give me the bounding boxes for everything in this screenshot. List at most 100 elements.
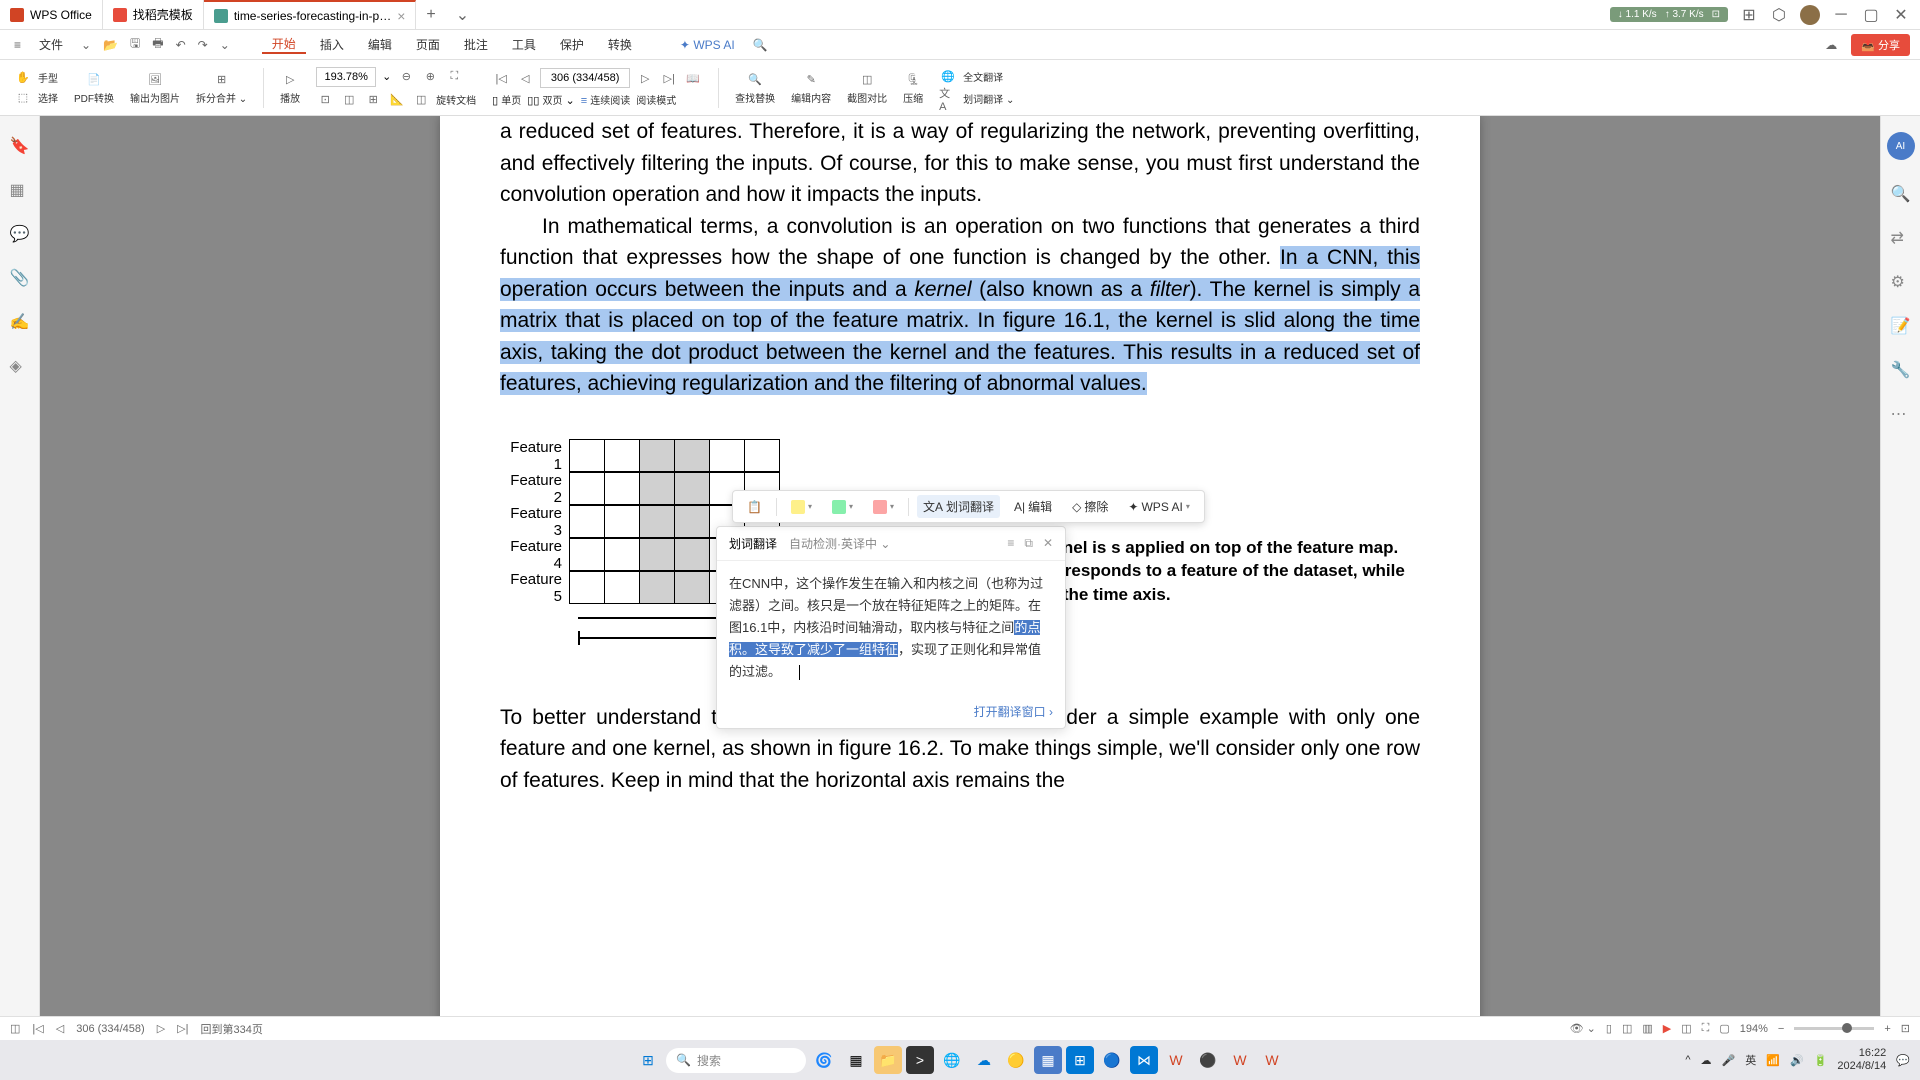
menu-convert[interactable]: 转换 [598,36,642,53]
redo-icon[interactable]: ↷ [194,38,212,52]
menu-annotate[interactable]: 批注 [454,36,498,53]
avatar[interactable] [1800,5,1820,25]
measure-icon[interactable]: ◫ [412,91,430,109]
new-tab-button[interactable]: + [416,6,445,24]
settings-icon[interactable]: ⚙ [1891,272,1911,292]
menu-tools[interactable]: 工具 [502,36,546,53]
share-button[interactable]: 📤 分享 [1851,34,1910,56]
chevron-down-icon[interactable]: ⌄ [77,38,95,52]
menu-edit[interactable]: 编辑 [358,36,402,53]
next-page-icon[interactable]: ▷ [636,69,654,87]
edit-button[interactable]: A|编辑 [1008,495,1058,518]
ruler-icon[interactable]: 📐 [388,91,406,109]
battery-icon[interactable]: 🔋 [1814,1054,1828,1067]
wps-ai-button[interactable]: ✦ WPS AI ▾ [1122,497,1195,517]
search-icon[interactable]: 🔍 [1891,184,1911,204]
menu-protect[interactable]: 保护 [550,36,594,53]
notifications-icon[interactable]: 💬 [1896,1054,1910,1067]
panel-toggle-icon[interactable]: ◫ [10,1022,20,1035]
screenshot-compare-button[interactable]: ◫截图对比 [843,70,891,105]
cortana-icon[interactable]: 🌀 [810,1046,838,1074]
last-page-button[interactable]: ▷| [177,1022,188,1035]
view-mode-icon[interactable]: 👁 ⌄ [1570,1022,1596,1035]
taskview-icon[interactable]: ▦ [842,1046,870,1074]
explorer-icon[interactable]: 📁 [874,1046,902,1074]
layout6-icon[interactable]: ⛶ [1702,1022,1710,1035]
status-page[interactable]: 306 (334/458) [76,1023,145,1035]
close-button[interactable]: ✕ [1892,6,1910,24]
continuous-button[interactable]: ≡ 连续阅读 [581,92,630,107]
maximize-button[interactable]: ▢ [1862,6,1880,24]
volume-icon[interactable]: 🔊 [1790,1054,1804,1067]
menu-toggle-icon[interactable]: ≡ [10,38,25,52]
zoom-out-button[interactable]: − [1778,1023,1784,1035]
undo-icon[interactable]: ↶ [172,38,190,52]
translation-mode[interactable]: 自动检测·英译中 ⌄ [789,535,890,552]
zoom-out-icon[interactable]: ⊖ [397,68,415,86]
calculator-icon[interactable]: ⊞ [1066,1046,1094,1074]
first-page-button[interactable]: |◁ [32,1022,43,1035]
layers-icon[interactable]: ◈ [10,356,30,376]
transfer-icon[interactable]: ⇄ [1891,228,1911,248]
highlight-color-button[interactable]: ▾ [785,497,818,517]
app-icon[interactable]: ▦ [1034,1046,1062,1074]
page-input[interactable] [540,68,630,88]
menu-icon[interactable]: ≡ [1007,536,1014,551]
menu-page[interactable]: 页面 [406,36,450,53]
export-image-button[interactable]: 🖼输出为图片 [126,70,184,105]
note-icon[interactable]: 📝 [1891,316,1911,336]
tab-template[interactable]: 找稻壳模板 [103,0,204,29]
weather-icon[interactable]: ☁ [1701,1054,1712,1067]
menu-start[interactable]: 开始 [262,35,306,54]
app2-icon[interactable]: 🔵 [1098,1046,1126,1074]
last-page-icon[interactable]: ▷| [660,69,678,87]
crop2-icon[interactable]: ◫ [340,91,358,109]
zoom-in-icon[interactable]: ⊕ [421,68,439,86]
vscode-icon[interactable]: ⋈ [1130,1046,1158,1074]
read-mode-button[interactable]: 阅读模式 [636,92,676,107]
layout1-icon[interactable]: ▯ [1606,1022,1612,1035]
signature-icon[interactable]: ✍ [10,312,30,332]
back-to-page[interactable]: 回到第334页 [201,1021,263,1037]
terminal-icon[interactable]: > [906,1046,934,1074]
app-icon[interactable]: ⊞ [1740,6,1758,24]
onedrive-icon[interactable]: ☁ [970,1046,998,1074]
cloud-icon[interactable]: ☁ [1821,38,1841,52]
taskbar-search[interactable]: 🔍 搜索 [666,1048,806,1073]
chevron-down-icon[interactable]: ⌄ [216,38,234,52]
cube-icon[interactable]: ⬡ [1770,6,1788,24]
wifi-icon[interactable]: 📶 [1766,1054,1780,1067]
open-translate-window-link[interactable]: 打开翻译窗口 › [974,705,1053,719]
layout7-icon[interactable]: ▢ [1719,1022,1729,1035]
word-translate-button[interactable]: 文A划词翻译 ⌄ [935,90,1018,108]
popout-icon[interactable]: ⧉ [1024,536,1033,551]
search-icon[interactable]: 🔍 [749,38,772,52]
crop-icon[interactable]: ⊡ [316,91,334,109]
print-icon[interactable]: 🖶 [148,34,167,55]
copy-button[interactable]: 📋 [741,497,768,517]
close-icon[interactable]: ✕ [1043,536,1053,551]
layout5-icon[interactable]: ◫ [1681,1022,1691,1035]
file-menu[interactable]: 文件 [29,36,73,53]
next-page-button[interactable]: ▷ [157,1022,165,1035]
wps3-icon[interactable]: W [1258,1046,1286,1074]
comments-icon[interactable]: 💬 [10,224,30,244]
menu-insert[interactable]: 插入 [310,36,354,53]
layout2-icon[interactable]: ◫ [1622,1022,1632,1035]
find-replace-button[interactable]: 🔍查找替换 [731,70,779,105]
mic-icon[interactable]: 🎤 [1722,1054,1736,1067]
select-tool[interactable]: ⬚选择 [10,89,62,107]
erase-button[interactable]: ◇ 擦除 [1066,495,1114,518]
tab-document[interactable]: time-series-forecasting-in-p… × [204,0,417,29]
tab-close-button[interactable]: × [397,8,405,24]
fit-button[interactable]: ⊡ [1901,1022,1910,1035]
wps1-icon[interactable]: W [1162,1046,1190,1074]
book-icon[interactable]: 📖 [684,69,702,87]
rotate-button[interactable]: 旋转文档 [436,92,476,107]
full-translate-button[interactable]: 🌐全文翻译 [935,68,1018,86]
zoom-slider[interactable] [1794,1027,1874,1030]
first-page-icon[interactable]: |◁ [492,69,510,87]
start-button[interactable]: ⊞ [634,1046,662,1074]
ai-badge[interactable]: AI [1887,132,1915,160]
document-area[interactable]: a reduced set of features. Therefore, it… [40,116,1880,1056]
